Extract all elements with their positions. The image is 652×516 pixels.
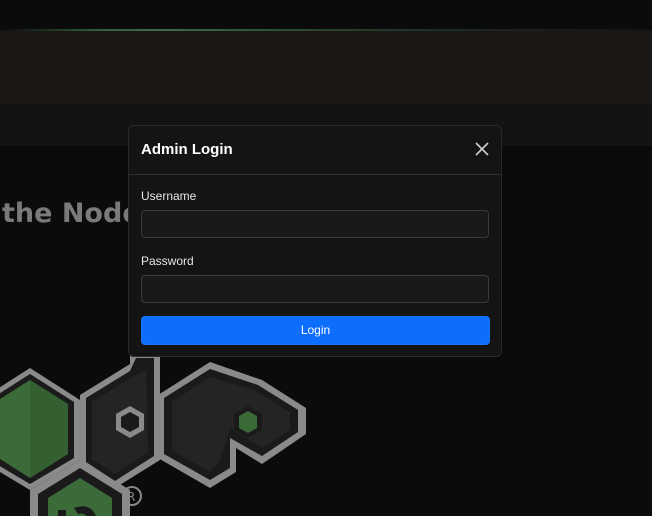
modal-header: Admin Login [129,126,501,175]
svg-text:R: R [127,490,135,504]
username-input[interactable] [141,210,489,238]
page: the Node R Admin Login Username Password… [0,0,652,516]
top-strip [0,0,652,30]
password-input[interactable] [141,275,489,303]
nodejs-logo-icon: R [0,350,306,516]
login-button[interactable]: Login [141,316,490,345]
site-header [0,31,652,104]
username-label: Username [141,189,197,203]
password-label: Password [141,254,194,268]
modal-title: Admin Login [141,141,233,158]
admin-login-modal: Admin Login Username Password Login [128,125,502,357]
close-icon[interactable] [473,140,491,158]
hero-title: the Node [2,198,141,229]
